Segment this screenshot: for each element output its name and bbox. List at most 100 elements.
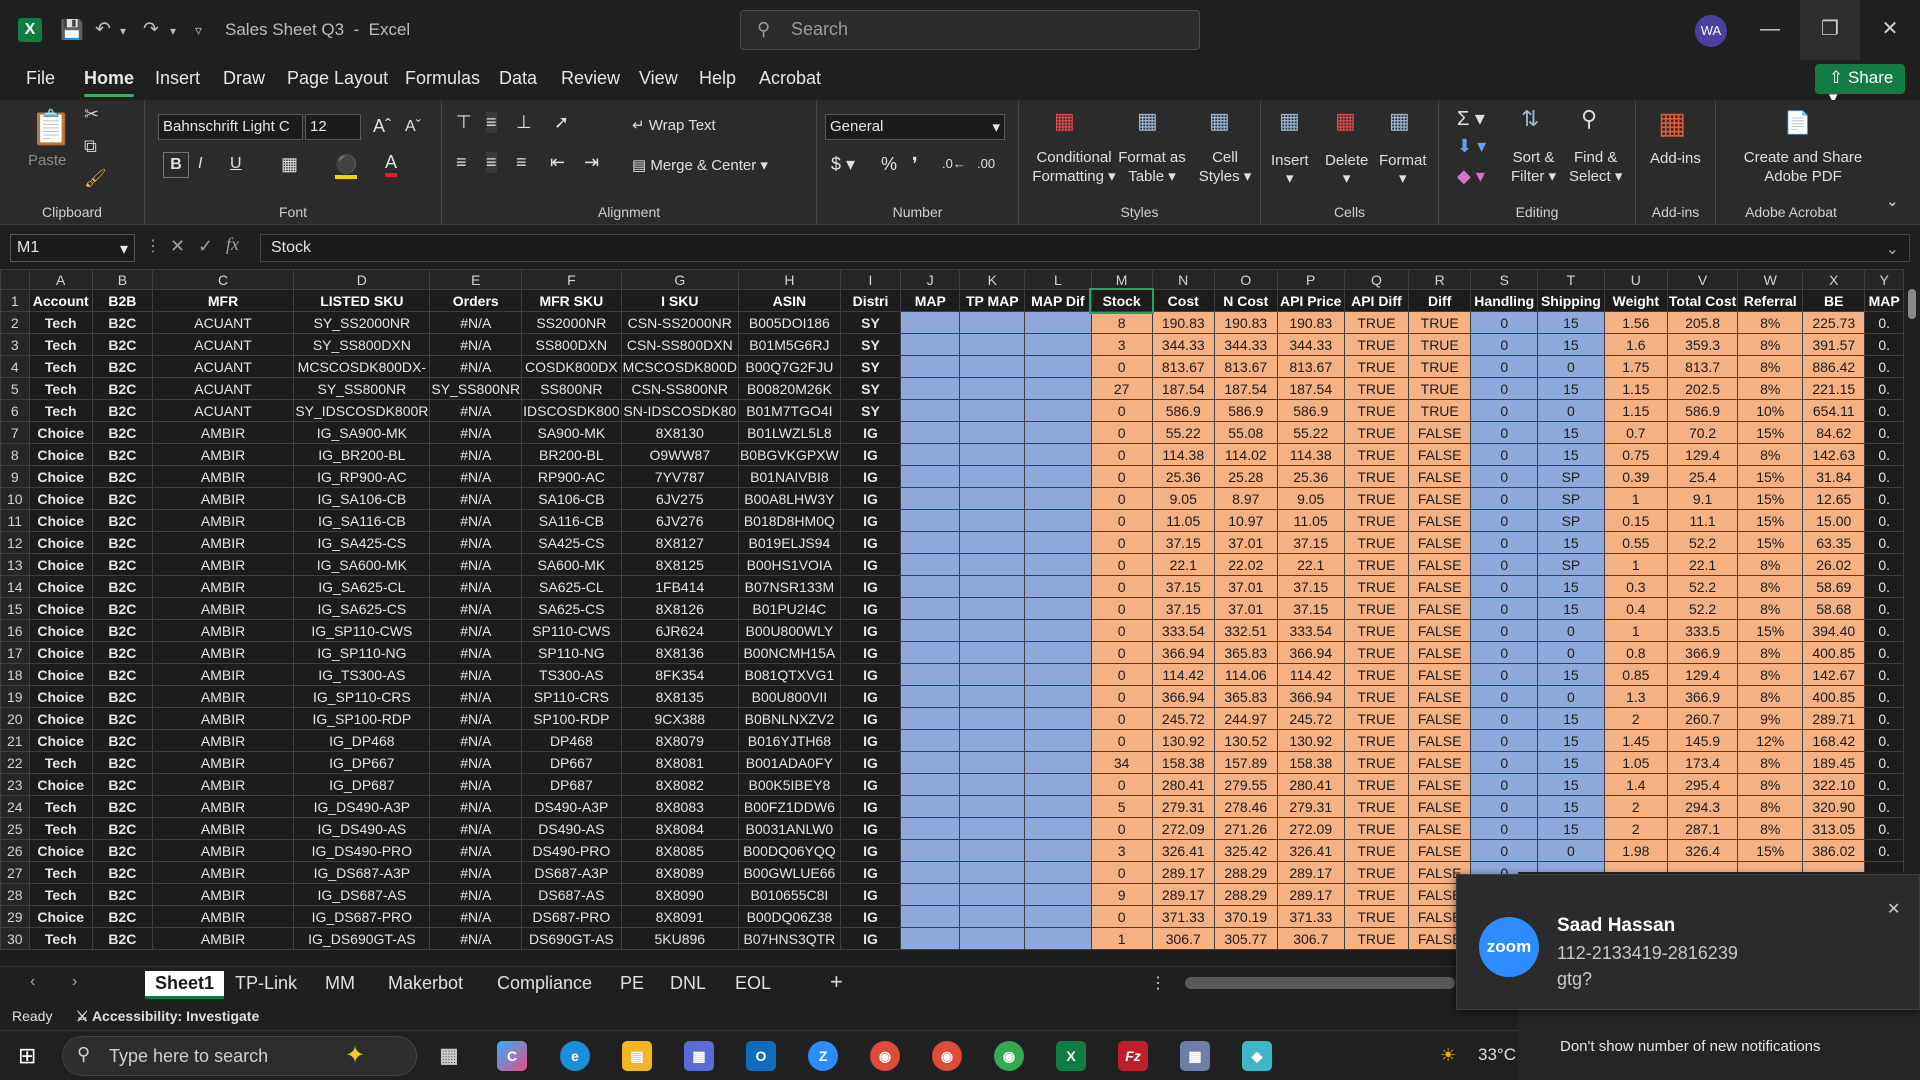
cell[interactable]: 58.69 [1802,575,1866,598]
cell[interactable]: 1.6 [1603,333,1668,356]
cell[interactable]: TRUE [1407,377,1472,400]
cell[interactable]: 0. [1864,575,1904,598]
cell[interactable]: 1FB414 [620,575,739,598]
cell[interactable] [959,531,1026,554]
cell[interactable]: 0. [1864,641,1904,664]
cell[interactable]: Choice [28,421,93,444]
cell[interactable]: TRUE [1343,685,1410,708]
cell[interactable] [959,751,1026,774]
tab-data[interactable]: Data [499,68,537,89]
cell[interactable]: Tech [28,751,93,774]
clear-icon[interactable]: ◆ ▾ [1457,166,1485,187]
cell[interactable]: 8 [1090,311,1153,334]
cell[interactable]: 8% [1737,685,1804,708]
column-title-cell[interactable]: MAP [900,289,961,312]
cell[interactable]: SY [839,333,902,356]
row-header[interactable]: 18 [0,663,30,686]
cell[interactable]: 0 [1090,465,1153,488]
cell[interactable]: 366.94 [1151,641,1215,664]
cell[interactable]: 0 [1470,641,1539,664]
chrome-icon[interactable]: ◉ [870,1041,900,1071]
cell[interactable] [959,685,1026,708]
cell[interactable]: 280.41 [1151,773,1215,796]
cell[interactable]: DS490-AS [521,817,622,840]
cell[interactable]: #N/A [429,465,523,488]
cell[interactable]: Tech [28,377,93,400]
cell[interactable]: 8.97 [1213,487,1278,510]
cell[interactable]: 8FK354 [620,663,739,686]
cell[interactable] [1024,685,1092,708]
cell[interactable] [1024,817,1092,840]
cell[interactable]: B010655C8I [737,883,841,906]
cell[interactable] [1024,641,1092,664]
bold-icon[interactable]: B [163,152,189,178]
cell[interactable]: 8% [1737,773,1804,796]
cell[interactable]: B2C [91,421,153,444]
cell[interactable]: B01NAIVBI8 [737,465,841,488]
cell[interactable]: 0 [1090,773,1153,796]
cell[interactable] [1024,663,1092,686]
format-as-table-button[interactable]: Format as Table ▾ [1117,148,1187,186]
cell[interactable]: IG [839,421,902,444]
row-header[interactable]: 29 [0,905,30,928]
cell[interactable]: 0. [1864,685,1904,708]
cell[interactable]: B00FZ1DDW6 [737,795,841,818]
column-header-j[interactable]: J [900,269,961,290]
row-header[interactable]: 2 [0,311,30,334]
cell[interactable]: #N/A [429,641,523,664]
cell[interactable]: Tech [28,311,93,334]
column-title-cell[interactable]: Handling [1470,289,1539,312]
cell[interactable]: TRUE [1407,311,1472,334]
cell[interactable]: B2C [91,509,153,532]
column-header-o[interactable]: O [1213,269,1278,290]
column-header-a[interactable]: A [28,269,93,290]
conditional-formatting-button[interactable]: Conditional Formatting ▾ [1024,148,1124,186]
cell[interactable]: FALSE [1407,663,1472,686]
cell[interactable]: Choice [28,509,93,532]
cell[interactable]: B2C [91,927,153,950]
cell[interactable]: SA116-CB [521,509,622,532]
cell[interactable]: FALSE [1407,641,1472,664]
cell[interactable]: 8X8125 [620,553,739,576]
cell[interactable]: #N/A [429,927,523,950]
cell[interactable]: FALSE [1407,487,1472,510]
cell[interactable]: AMBIR [151,641,295,664]
cell[interactable]: 15 [1537,773,1605,796]
cell[interactable]: 8X8136 [620,641,739,664]
column-title-cell[interactable]: API Diff [1343,289,1410,312]
cell[interactable]: 0 [1090,509,1153,532]
cell[interactable]: 288.29 [1213,861,1278,884]
tab-acrobat[interactable]: Acrobat [759,68,821,89]
column-header-u[interactable]: U [1603,269,1668,290]
cell[interactable]: 10% [1737,399,1804,422]
taskbar-search-input[interactable]: ⚲ Type here to search ✦ [62,1036,417,1076]
cell[interactable]: 0 [1470,751,1539,774]
cell[interactable]: 0. [1864,333,1904,356]
cell[interactable]: 158.38 [1276,751,1345,774]
cell[interactable] [900,641,961,664]
row-header[interactable]: 16 [0,619,30,642]
cell[interactable]: 8% [1737,443,1804,466]
cell[interactable]: 326.41 [1276,839,1345,862]
cell[interactable]: 6JV276 [620,509,739,532]
cell[interactable] [900,861,961,884]
cell[interactable]: 8% [1737,355,1804,378]
cell[interactable]: 371.33 [1151,905,1215,928]
cell[interactable]: FALSE [1407,817,1472,840]
cell[interactable]: 2 [1603,795,1668,818]
filezilla-icon[interactable]: Fz [1118,1041,1148,1071]
cell[interactable]: 394.40 [1802,619,1866,642]
cell[interactable]: 8% [1737,377,1804,400]
cell[interactable]: 366.94 [1276,685,1345,708]
cell[interactable]: B2C [91,487,153,510]
cell[interactable]: ACUANT [151,377,295,400]
cell[interactable]: B01PU2I4C [737,597,841,620]
cell[interactable]: 8X8130 [620,421,739,444]
cell[interactable]: 295.4 [1666,773,1739,796]
cell[interactable]: FALSE [1407,773,1472,796]
cell[interactable]: SY_SS800DXN [293,333,431,356]
cell[interactable]: 15 [1537,531,1605,554]
cell[interactable]: 114.42 [1151,663,1215,686]
cell[interactable]: 359.3 [1666,333,1739,356]
cell[interactable]: 0 [1470,487,1539,510]
